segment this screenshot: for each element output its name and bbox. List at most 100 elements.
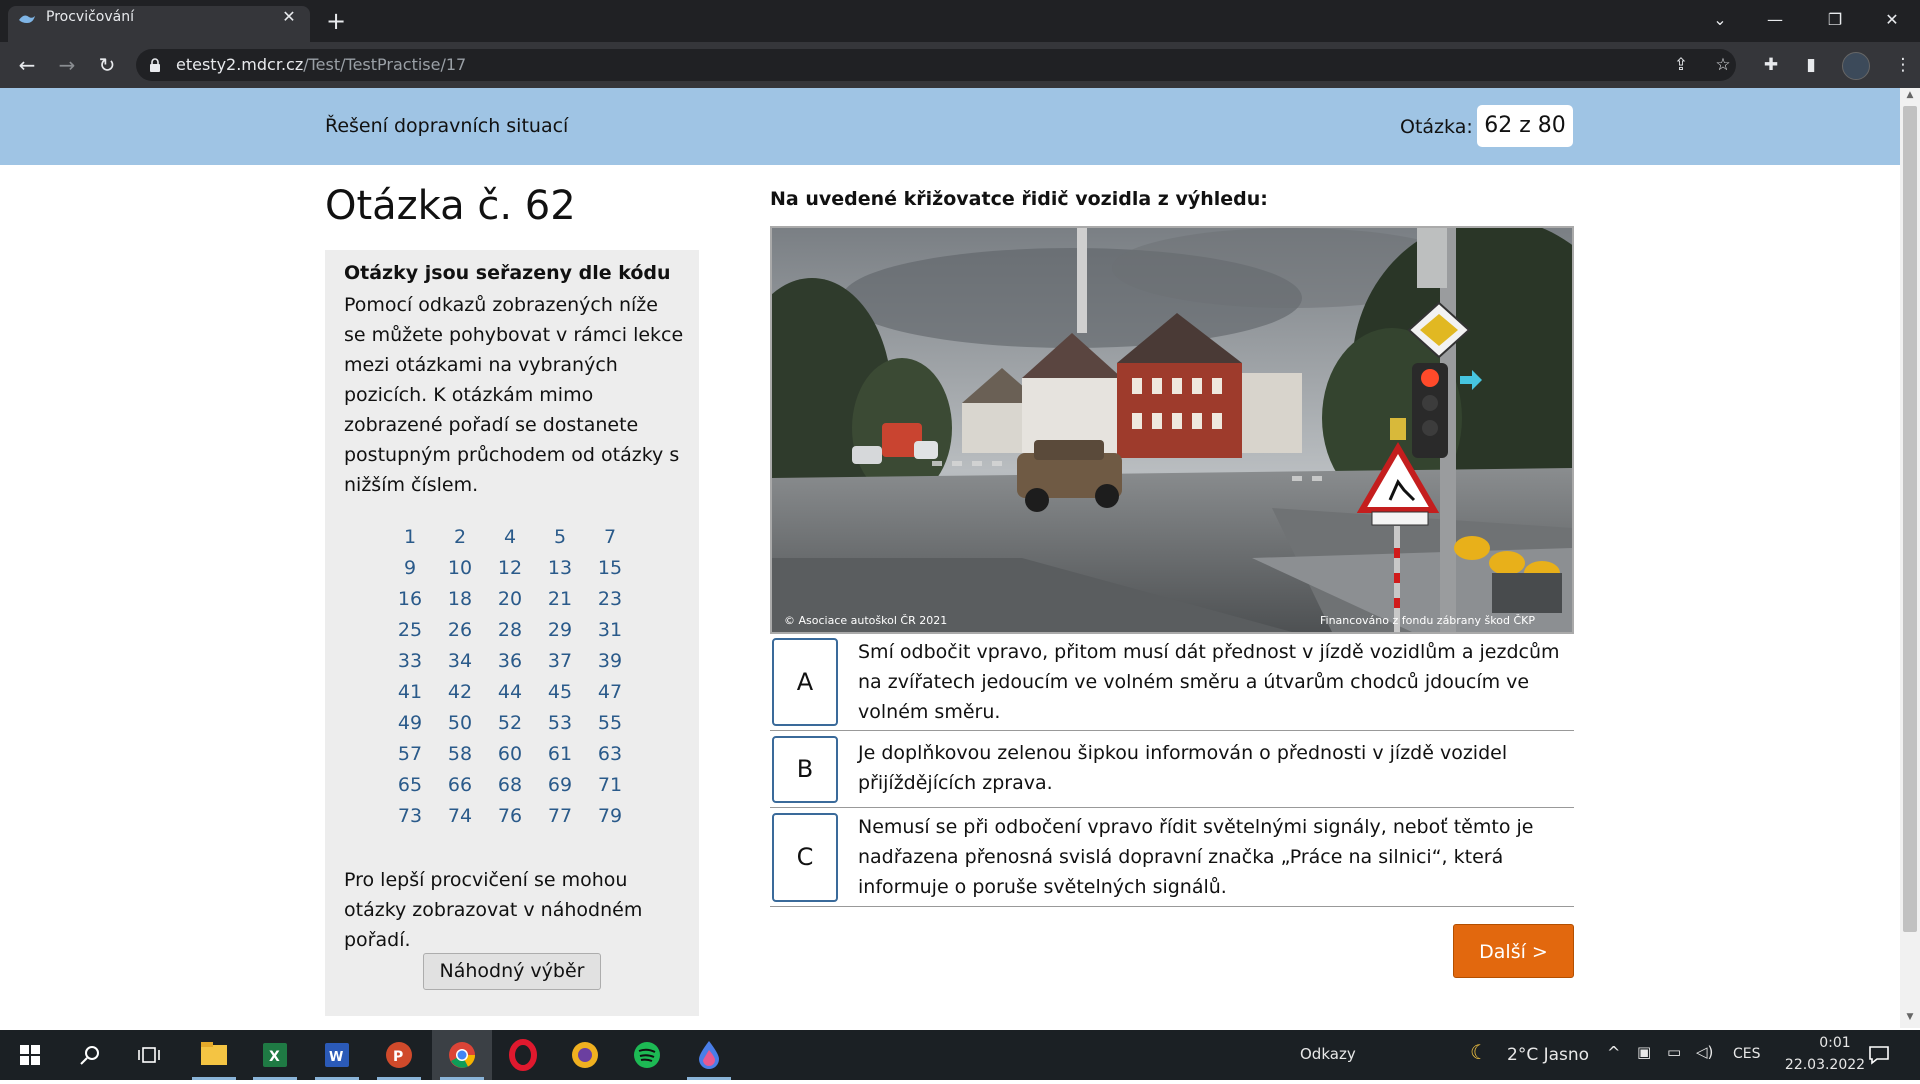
windows-start-icon[interactable] <box>20 1045 40 1065</box>
excel-icon[interactable]: X <box>245 1030 305 1080</box>
brave-icon[interactable] <box>555 1030 615 1080</box>
question-link[interactable]: 1 <box>385 522 435 553</box>
answer-letter-c[interactable]: C <box>772 813 838 902</box>
chrome-icon[interactable] <box>432 1030 492 1080</box>
question-link[interactable]: 60 <box>485 739 535 770</box>
reload-icon[interactable]: ↻ <box>92 50 122 80</box>
question-link[interactable]: 68 <box>485 770 535 801</box>
question-link[interactable]: 2 <box>435 522 485 553</box>
question-link[interactable]: 28 <box>485 615 535 646</box>
question-link[interactable]: 37 <box>535 646 585 677</box>
question-link[interactable]: 39 <box>585 646 635 677</box>
scroll-down-icon[interactable]: ▼ <box>1900 1012 1920 1026</box>
volume-icon[interactable]: ◁) <box>1696 1043 1713 1061</box>
language-indicator[interactable]: CES <box>1733 1046 1761 1062</box>
question-link[interactable]: 73 <box>385 801 435 832</box>
answer-text-b[interactable]: Je doplňkovou zelenou šipkou informován … <box>858 738 1568 798</box>
file-explorer-icon[interactable] <box>184 1030 244 1080</box>
question-link[interactable]: 74 <box>435 801 485 832</box>
question-link[interactable]: 76 <box>485 801 535 832</box>
answer-option-b[interactable]: B Je doplňkovou zelenou šipkou informová… <box>770 734 1574 808</box>
battery-icon[interactable]: ▭ <box>1667 1043 1681 1061</box>
weather-moon-icon[interactable]: ☾ <box>1470 1040 1488 1064</box>
question-link[interactable]: 4 <box>485 522 535 553</box>
question-link[interactable]: 42 <box>435 677 485 708</box>
question-link[interactable]: 57 <box>385 739 435 770</box>
question-link[interactable]: 25 <box>385 615 435 646</box>
next-button[interactable]: Další > <box>1453 924 1574 978</box>
question-link[interactable]: 55 <box>585 708 635 739</box>
answer-text-a[interactable]: Smí odbočit vpravo, přitom musí dát před… <box>858 637 1568 727</box>
search-icon[interactable] <box>80 1045 100 1065</box>
question-link[interactable]: 23 <box>585 584 635 615</box>
random-selection-button[interactable]: Náhodný výběr <box>423 953 601 990</box>
question-link[interactable]: 50 <box>435 708 485 739</box>
share-icon[interactable]: ⇪ <box>1668 52 1694 78</box>
question-link[interactable]: 61 <box>535 739 585 770</box>
answer-text-c[interactable]: Nemusí se při odbočení vpravo řídit svět… <box>858 812 1568 902</box>
question-link[interactable]: 66 <box>435 770 485 801</box>
question-link[interactable]: 33 <box>385 646 435 677</box>
question-link[interactable]: 34 <box>435 646 485 677</box>
question-link[interactable]: 15 <box>585 553 635 584</box>
question-link[interactable]: 16 <box>385 584 435 615</box>
scrollbar-thumb[interactable] <box>1903 106 1917 932</box>
question-link[interactable]: 10 <box>435 553 485 584</box>
question-link[interactable]: 63 <box>585 739 635 770</box>
lock-icon[interactable] <box>148 57 162 73</box>
question-link[interactable]: 36 <box>485 646 535 677</box>
chrome-menu-icon[interactable]: ⋮ <box>1890 52 1916 78</box>
extensions-icon[interactable]: ✚ <box>1758 52 1784 78</box>
new-tab-icon[interactable]: + <box>322 8 350 36</box>
question-link[interactable]: 9 <box>385 553 435 584</box>
profile-avatar[interactable] <box>1842 52 1870 80</box>
window-close-icon[interactable]: ✕ <box>1862 0 1920 40</box>
answer-option-c[interactable]: C Nemusí se při odbočení vpravo řídit sv… <box>770 811 1574 907</box>
word-icon[interactable]: W <box>307 1030 367 1080</box>
question-link[interactable]: 71 <box>585 770 635 801</box>
question-link[interactable]: 69 <box>535 770 585 801</box>
question-link[interactable]: 13 <box>535 553 585 584</box>
answer-letter-a[interactable]: A <box>772 638 838 726</box>
drop-app-icon[interactable] <box>679 1030 739 1080</box>
answer-letter-b[interactable]: B <box>772 736 838 803</box>
question-link[interactable]: 53 <box>535 708 585 739</box>
question-link[interactable]: 45 <box>535 677 585 708</box>
powerpoint-icon[interactable]: P <box>369 1030 429 1080</box>
question-link[interactable]: 52 <box>485 708 535 739</box>
answer-option-a[interactable]: A Smí odbočit vpravo, přitom musí dát př… <box>770 636 1574 731</box>
question-link[interactable]: 20 <box>485 584 535 615</box>
tab-search-chevron-icon[interactable]: ⌄ <box>1690 0 1750 40</box>
question-link[interactable]: 21 <box>535 584 585 615</box>
question-link[interactable]: 29 <box>535 615 585 646</box>
question-link[interactable]: 79 <box>585 801 635 832</box>
scroll-up-icon[interactable]: ▲ <box>1900 90 1920 104</box>
tab-close-icon[interactable]: ✕ <box>278 6 300 28</box>
question-link[interactable]: 47 <box>585 677 635 708</box>
question-link[interactable]: 18 <box>435 584 485 615</box>
question-link[interactable]: 26 <box>435 615 485 646</box>
spotify-icon[interactable] <box>617 1030 677 1080</box>
question-link[interactable]: 5 <box>535 522 585 553</box>
taskbar-links-label[interactable]: Odkazy <box>1300 1045 1356 1063</box>
question-link[interactable]: 49 <box>385 708 435 739</box>
question-link[interactable]: 77 <box>535 801 585 832</box>
task-view-icon[interactable] <box>138 1045 160 1065</box>
question-link[interactable]: 44 <box>485 677 535 708</box>
forward-icon[interactable]: → <box>52 50 82 80</box>
question-link[interactable]: 7 <box>585 522 635 553</box>
network-icon[interactable]: ▣ <box>1637 1043 1651 1061</box>
bookmark-star-icon[interactable]: ☆ <box>1710 52 1736 78</box>
weather-text[interactable]: 2°C Jasno <box>1507 1045 1589 1065</box>
question-link[interactable]: 65 <box>385 770 435 801</box>
clock-date[interactable]: 22.03.2022 <box>1775 1057 1875 1073</box>
tray-chevron-icon[interactable]: ^ <box>1607 1043 1620 1062</box>
clock-time[interactable]: 0:01 <box>1795 1035 1875 1051</box>
notifications-icon[interactable] <box>1868 1045 1890 1065</box>
opera-icon[interactable] <box>493 1030 553 1080</box>
minimize-icon[interactable]: — <box>1745 0 1805 40</box>
question-link[interactable]: 41 <box>385 677 435 708</box>
url-text[interactable]: etesty2.mdcr.cz/Test/TestPractise/17 <box>176 55 466 74</box>
question-link[interactable]: 31 <box>585 615 635 646</box>
question-link[interactable]: 58 <box>435 739 485 770</box>
